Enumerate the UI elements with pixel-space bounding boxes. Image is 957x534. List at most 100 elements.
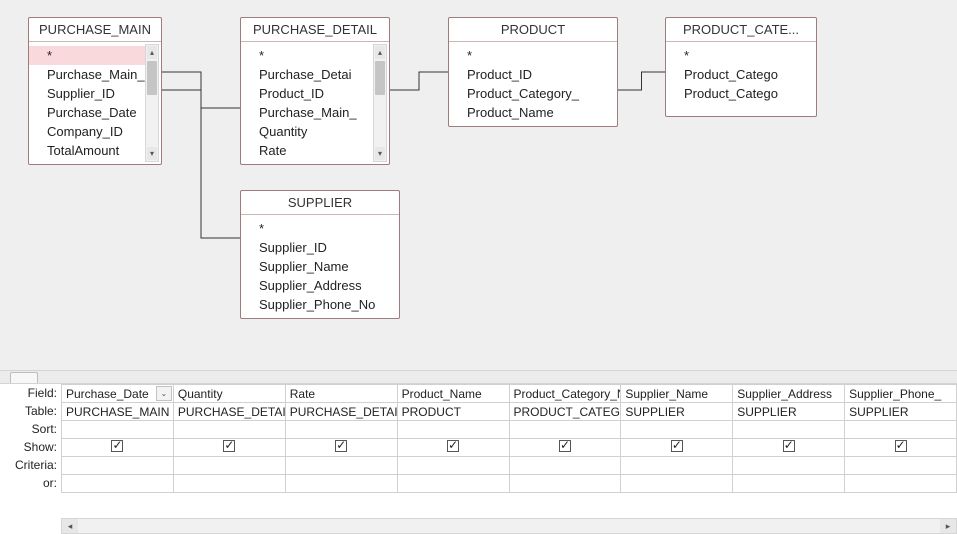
grid-cell[interactable] [733, 421, 845, 439]
show-checkbox[interactable] [895, 440, 907, 452]
vertical-scrollbar[interactable]: ▴▾ [373, 44, 387, 162]
grid-cell[interactable]: Quantity [173, 385, 285, 403]
table-title[interactable]: SUPPLIER [241, 191, 399, 215]
table-name[interactable]: PURCHASE_DETAIL [285, 403, 397, 421]
grid-cell[interactable] [845, 439, 957, 457]
scroll-right-icon[interactable]: ▸ [940, 519, 956, 533]
grid-cell[interactable]: Supplier_Address [733, 385, 845, 403]
table-product_category[interactable]: PRODUCT_CATE...*Product_CategoProduct_Ca… [665, 17, 817, 117]
grid-cell[interactable] [62, 439, 174, 457]
table-name[interactable]: SUPPLIER [621, 403, 733, 421]
table-title[interactable]: PURCHASE_MAIN [29, 18, 161, 42]
show-checkbox[interactable] [671, 440, 683, 452]
show-checkbox[interactable] [223, 440, 235, 452]
grid-cell[interactable]: Product_Name [397, 385, 509, 403]
pane-splitter[interactable] [0, 370, 957, 384]
grid-cell[interactable]: Supplier_Name [621, 385, 733, 403]
scroll-up-icon[interactable]: ▴ [147, 46, 157, 59]
grid-cell[interactable] [733, 457, 845, 475]
grid-cell[interactable] [733, 475, 845, 493]
field-item[interactable]: * [241, 46, 373, 65]
dropdown-icon[interactable]: ⌄ [156, 386, 172, 401]
field-item[interactable]: Rate [241, 141, 373, 160]
field-item[interactable]: Purchase_Detai [241, 65, 373, 84]
table-purchase_main[interactable]: PURCHASE_MAIN *Purchase_Main_Supplier_IDP… [28, 17, 162, 165]
grid-cell[interactable] [621, 421, 733, 439]
field-item[interactable]: Supplier_Address [241, 276, 399, 295]
grid-cell[interactable] [733, 439, 845, 457]
grid-cell[interactable] [285, 457, 397, 475]
table-name[interactable]: PURCHASE_MAIN [62, 403, 174, 421]
field-item[interactable]: TotalAmount [29, 141, 145, 160]
table-supplier[interactable]: SUPPLIER*Supplier_IDSupplier_NameSupplie… [240, 190, 400, 319]
field-item[interactable]: Product_ID [449, 65, 617, 84]
field-item[interactable]: Product_Name [449, 103, 617, 122]
show-checkbox[interactable] [111, 440, 123, 452]
grid-cell[interactable] [397, 439, 509, 457]
query-diagram-pane[interactable]: PURCHASE_MAIN*Purchase_Main_Supplier_IDP… [0, 0, 957, 370]
table-title[interactable]: PRODUCT [449, 18, 617, 42]
grid-cell[interactable] [509, 421, 621, 439]
grid-cell[interactable] [173, 439, 285, 457]
grid-cell[interactable] [173, 421, 285, 439]
field-item[interactable]: Supplier_Phone_No [241, 295, 399, 314]
grid-cell[interactable] [285, 475, 397, 493]
table-product[interactable]: PRODUCT *Product_IDProduct_Category_Produ… [448, 17, 618, 127]
grid-cell[interactable]: Purchase_Date⌄ [62, 385, 174, 403]
grid-cell[interactable] [285, 421, 397, 439]
grid-cell[interactable] [397, 421, 509, 439]
field-item[interactable]: Supplier_ID [241, 238, 399, 257]
grid-cell[interactable] [173, 475, 285, 493]
show-checkbox[interactable] [335, 440, 347, 452]
scroll-up-icon[interactable]: ▴ [375, 46, 385, 59]
field-item[interactable]: Purchase_Date [29, 103, 145, 122]
field-item[interactable]: * [666, 46, 816, 65]
grid-cell[interactable] [621, 457, 733, 475]
field-item[interactable]: Product_Category_ [449, 84, 617, 103]
field-item[interactable]: Quantity [241, 122, 373, 141]
grid-cell[interactable] [173, 457, 285, 475]
table-name[interactable]: PRODUCT_CATEGORY [509, 403, 621, 421]
grid-cell[interactable] [285, 439, 397, 457]
table-name[interactable]: SUPPLIER [733, 403, 845, 421]
grid-cell[interactable] [845, 457, 957, 475]
splitter-tab[interactable] [10, 372, 38, 383]
field-item[interactable]: Purchase_Main_ [241, 103, 373, 122]
field-item[interactable]: * [449, 46, 617, 65]
show-checkbox[interactable] [783, 440, 795, 452]
grid-cell[interactable]: Rate [285, 385, 397, 403]
grid-cell[interactable] [509, 457, 621, 475]
field-item[interactable]: Product_Catego [666, 65, 816, 84]
grid-cell[interactable] [509, 475, 621, 493]
scroll-left-icon[interactable]: ◂ [62, 519, 78, 533]
horizontal-scrollbar[interactable]: ◂ ▸ [61, 518, 957, 534]
scroll-down-icon[interactable]: ▾ [375, 147, 385, 160]
grid-cell[interactable] [509, 439, 621, 457]
field-item[interactable]: Product_ID [241, 84, 373, 103]
grid-cell[interactable]: Product_Category_Na [509, 385, 621, 403]
grid-cell[interactable] [845, 421, 957, 439]
show-checkbox[interactable] [447, 440, 459, 452]
grid-cell[interactable] [845, 475, 957, 493]
table-name[interactable]: SUPPLIER [845, 403, 957, 421]
field-item[interactable]: * [29, 46, 145, 65]
grid-cell[interactable] [62, 421, 174, 439]
scroll-thumb[interactable] [375, 61, 385, 95]
grid-cell[interactable] [62, 457, 174, 475]
scroll-thumb[interactable] [147, 61, 157, 95]
table-name[interactable]: PRODUCT [397, 403, 509, 421]
field-item[interactable]: Company_ID [29, 122, 145, 141]
field-item[interactable]: Product_Catego [666, 84, 816, 103]
show-checkbox[interactable] [559, 440, 571, 452]
table-title[interactable]: PURCHASE_DETAIL [241, 18, 389, 42]
grid-cell[interactable] [621, 475, 733, 493]
field-item[interactable]: Supplier_Name [241, 257, 399, 276]
grid-cell[interactable] [397, 457, 509, 475]
vertical-scrollbar[interactable]: ▴▾ [145, 44, 159, 162]
scroll-down-icon[interactable]: ▾ [147, 147, 157, 160]
field-item[interactable]: * [241, 219, 399, 238]
grid-cell[interactable]: Supplier_Phone_ [845, 385, 957, 403]
field-item[interactable]: Purchase_Main_ [29, 65, 145, 84]
grid-cell[interactable] [397, 475, 509, 493]
field-item[interactable]: Supplier_ID [29, 84, 145, 103]
